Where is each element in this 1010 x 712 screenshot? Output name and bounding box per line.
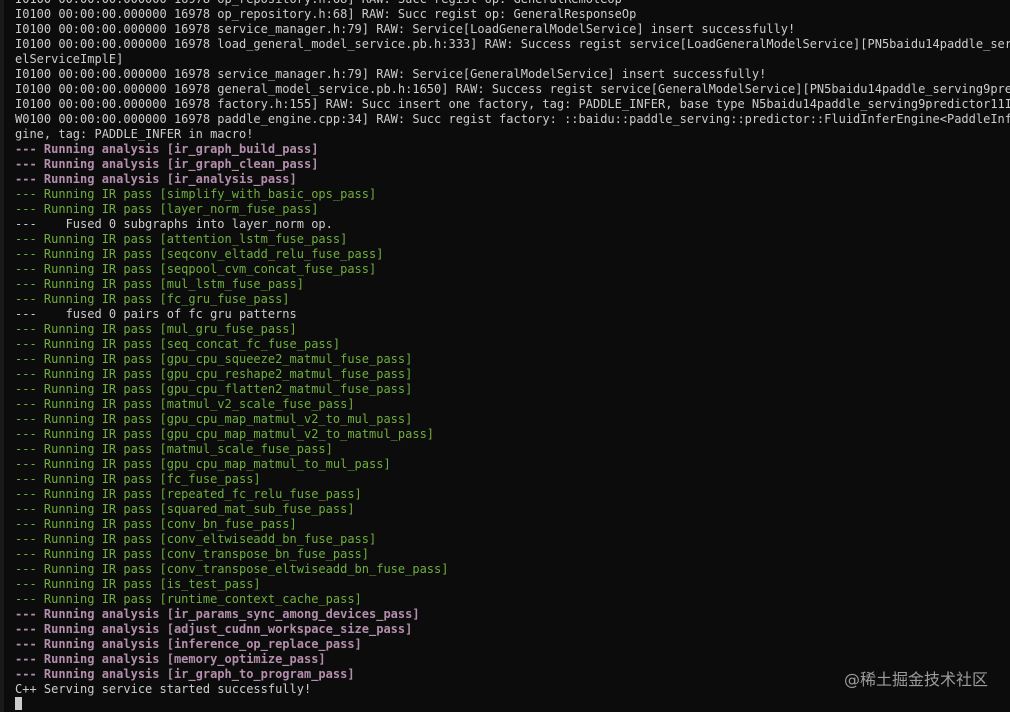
terminal-line: I0100 00:00:00.000000 16978 general_mode…	[15, 82, 1010, 96]
terminal-line: --- Running analysis [memory_optimize_pa…	[15, 652, 326, 666]
terminal-left-gutter	[0, 0, 4, 712]
terminal-line: I0100 00:00:00.000000 16978 service_mana…	[15, 22, 796, 36]
terminal-line: --- Running IR pass [gpu_cpu_map_matmul_…	[15, 427, 435, 441]
terminal-line: I0100 00:00:00.000000 16978 service_mana…	[15, 67, 767, 81]
terminal-line: --- Running IR pass [conv_eltwiseadd_bn_…	[15, 532, 377, 546]
terminal-line: --- Running IR pass [fc_fuse_pass]	[15, 472, 261, 486]
terminal-line: --- Running IR pass [seqconv_eltadd_relu…	[15, 247, 384, 261]
terminal-line: --- Running IR pass [seqpool_cvm_concat_…	[15, 262, 377, 276]
terminal-line: --- Running IR pass [gpu_cpu_flatten2_ma…	[15, 382, 413, 396]
terminal-line: --- Running IR pass [repeated_fc_relu_fu…	[15, 487, 362, 501]
terminal-line: --- Running IR pass [gpu_cpu_squeeze2_ma…	[15, 352, 413, 366]
terminal-line: --- Running IR pass [seq_concat_fc_fuse_…	[15, 337, 341, 351]
terminal-line: --- Running IR pass [matmul_scale_fuse_p…	[15, 442, 333, 456]
terminal-line: --- Running IR pass [mul_lstm_fuse_pass]	[15, 277, 304, 291]
terminal-line: elServiceImplE]	[15, 52, 124, 66]
terminal-line: --- Running analysis [ir_params_sync_amo…	[15, 607, 420, 621]
terminal-line: gine, tag: PADDLE_INFER in macro!	[15, 127, 254, 141]
terminal-line: W0100 00:00:00.000000 16978 paddle_engin…	[15, 112, 1010, 126]
terminal-line: --- Running analysis [ir_analysis_pass]	[15, 172, 297, 186]
terminal-line: --- Running IR pass [layer_norm_fuse_pas…	[15, 202, 319, 216]
terminal-line: --- Running IR pass [simplify_with_basic…	[15, 187, 377, 201]
terminal-line: --- Running IR pass [mul_gru_fuse_pass]	[15, 322, 297, 336]
terminal-output: I0100 00:00:00.000000 16978 op_repositor…	[15, 0, 1010, 697]
terminal-line: --- Running analysis [adjust_cudnn_works…	[15, 622, 413, 636]
terminal-line: --- Running IR pass [conv_transpose_eltw…	[15, 562, 449, 576]
terminal-cursor	[15, 697, 22, 710]
terminal-line: I0100 00:00:00.000000 16978 load_general…	[15, 37, 1010, 51]
terminal-line: --- Running IR pass [conv_bn_fuse_pass]	[15, 517, 297, 531]
terminal-line: I0100 00:00:00.000000 16978 factory.h:15…	[15, 97, 1010, 111]
terminal-line: --- Running IR pass [attention_lstm_fuse…	[15, 232, 348, 246]
watermark: @稀土掘金技术社区	[843, 670, 988, 689]
terminal-line: --- Running IR pass [matmul_v2_scale_fus…	[15, 397, 355, 411]
terminal-line: --- Running analysis [ir_graph_clean_pas…	[15, 157, 319, 171]
terminal-line: --- Running analysis [ir_graph_build_pas…	[15, 142, 319, 156]
terminal-line: --- Running IR pass [gpu_cpu_map_matmul_…	[15, 412, 413, 426]
terminal-line: --- Running analysis [inference_op_repla…	[15, 637, 362, 651]
terminal-line: --- Running IR pass [gpu_cpu_reshape2_ma…	[15, 367, 413, 381]
terminal-line: --- Running IR pass [conv_transpose_bn_f…	[15, 547, 370, 561]
terminal-line: I0100 00:00:00.000000 16978 op_repositor…	[15, 7, 637, 21]
terminal-line: I0100 00:00:00.000000 16978 op_repositor…	[15, 0, 1010, 7]
terminal-line: --- Running IR pass [squared_mat_sub_fus…	[15, 502, 355, 516]
terminal-line: --- Fused 0 subgraphs into layer_norm op…	[15, 217, 333, 231]
terminal-window[interactable]: I0100 00:00:00.000000 16978 op_repositor…	[0, 0, 1010, 712]
terminal-line: --- Running IR pass [gpu_cpu_map_matmul_…	[15, 457, 391, 471]
terminal-line: --- Running IR pass [runtime_context_cac…	[15, 592, 362, 606]
terminal-line: --- Running IR pass [fc_gru_fuse_pass]	[15, 292, 290, 306]
terminal-line: --- fused 0 pairs of fc gru patterns	[15, 307, 297, 321]
terminal-line: --- Running IR pass [is_test_pass]	[15, 577, 261, 591]
